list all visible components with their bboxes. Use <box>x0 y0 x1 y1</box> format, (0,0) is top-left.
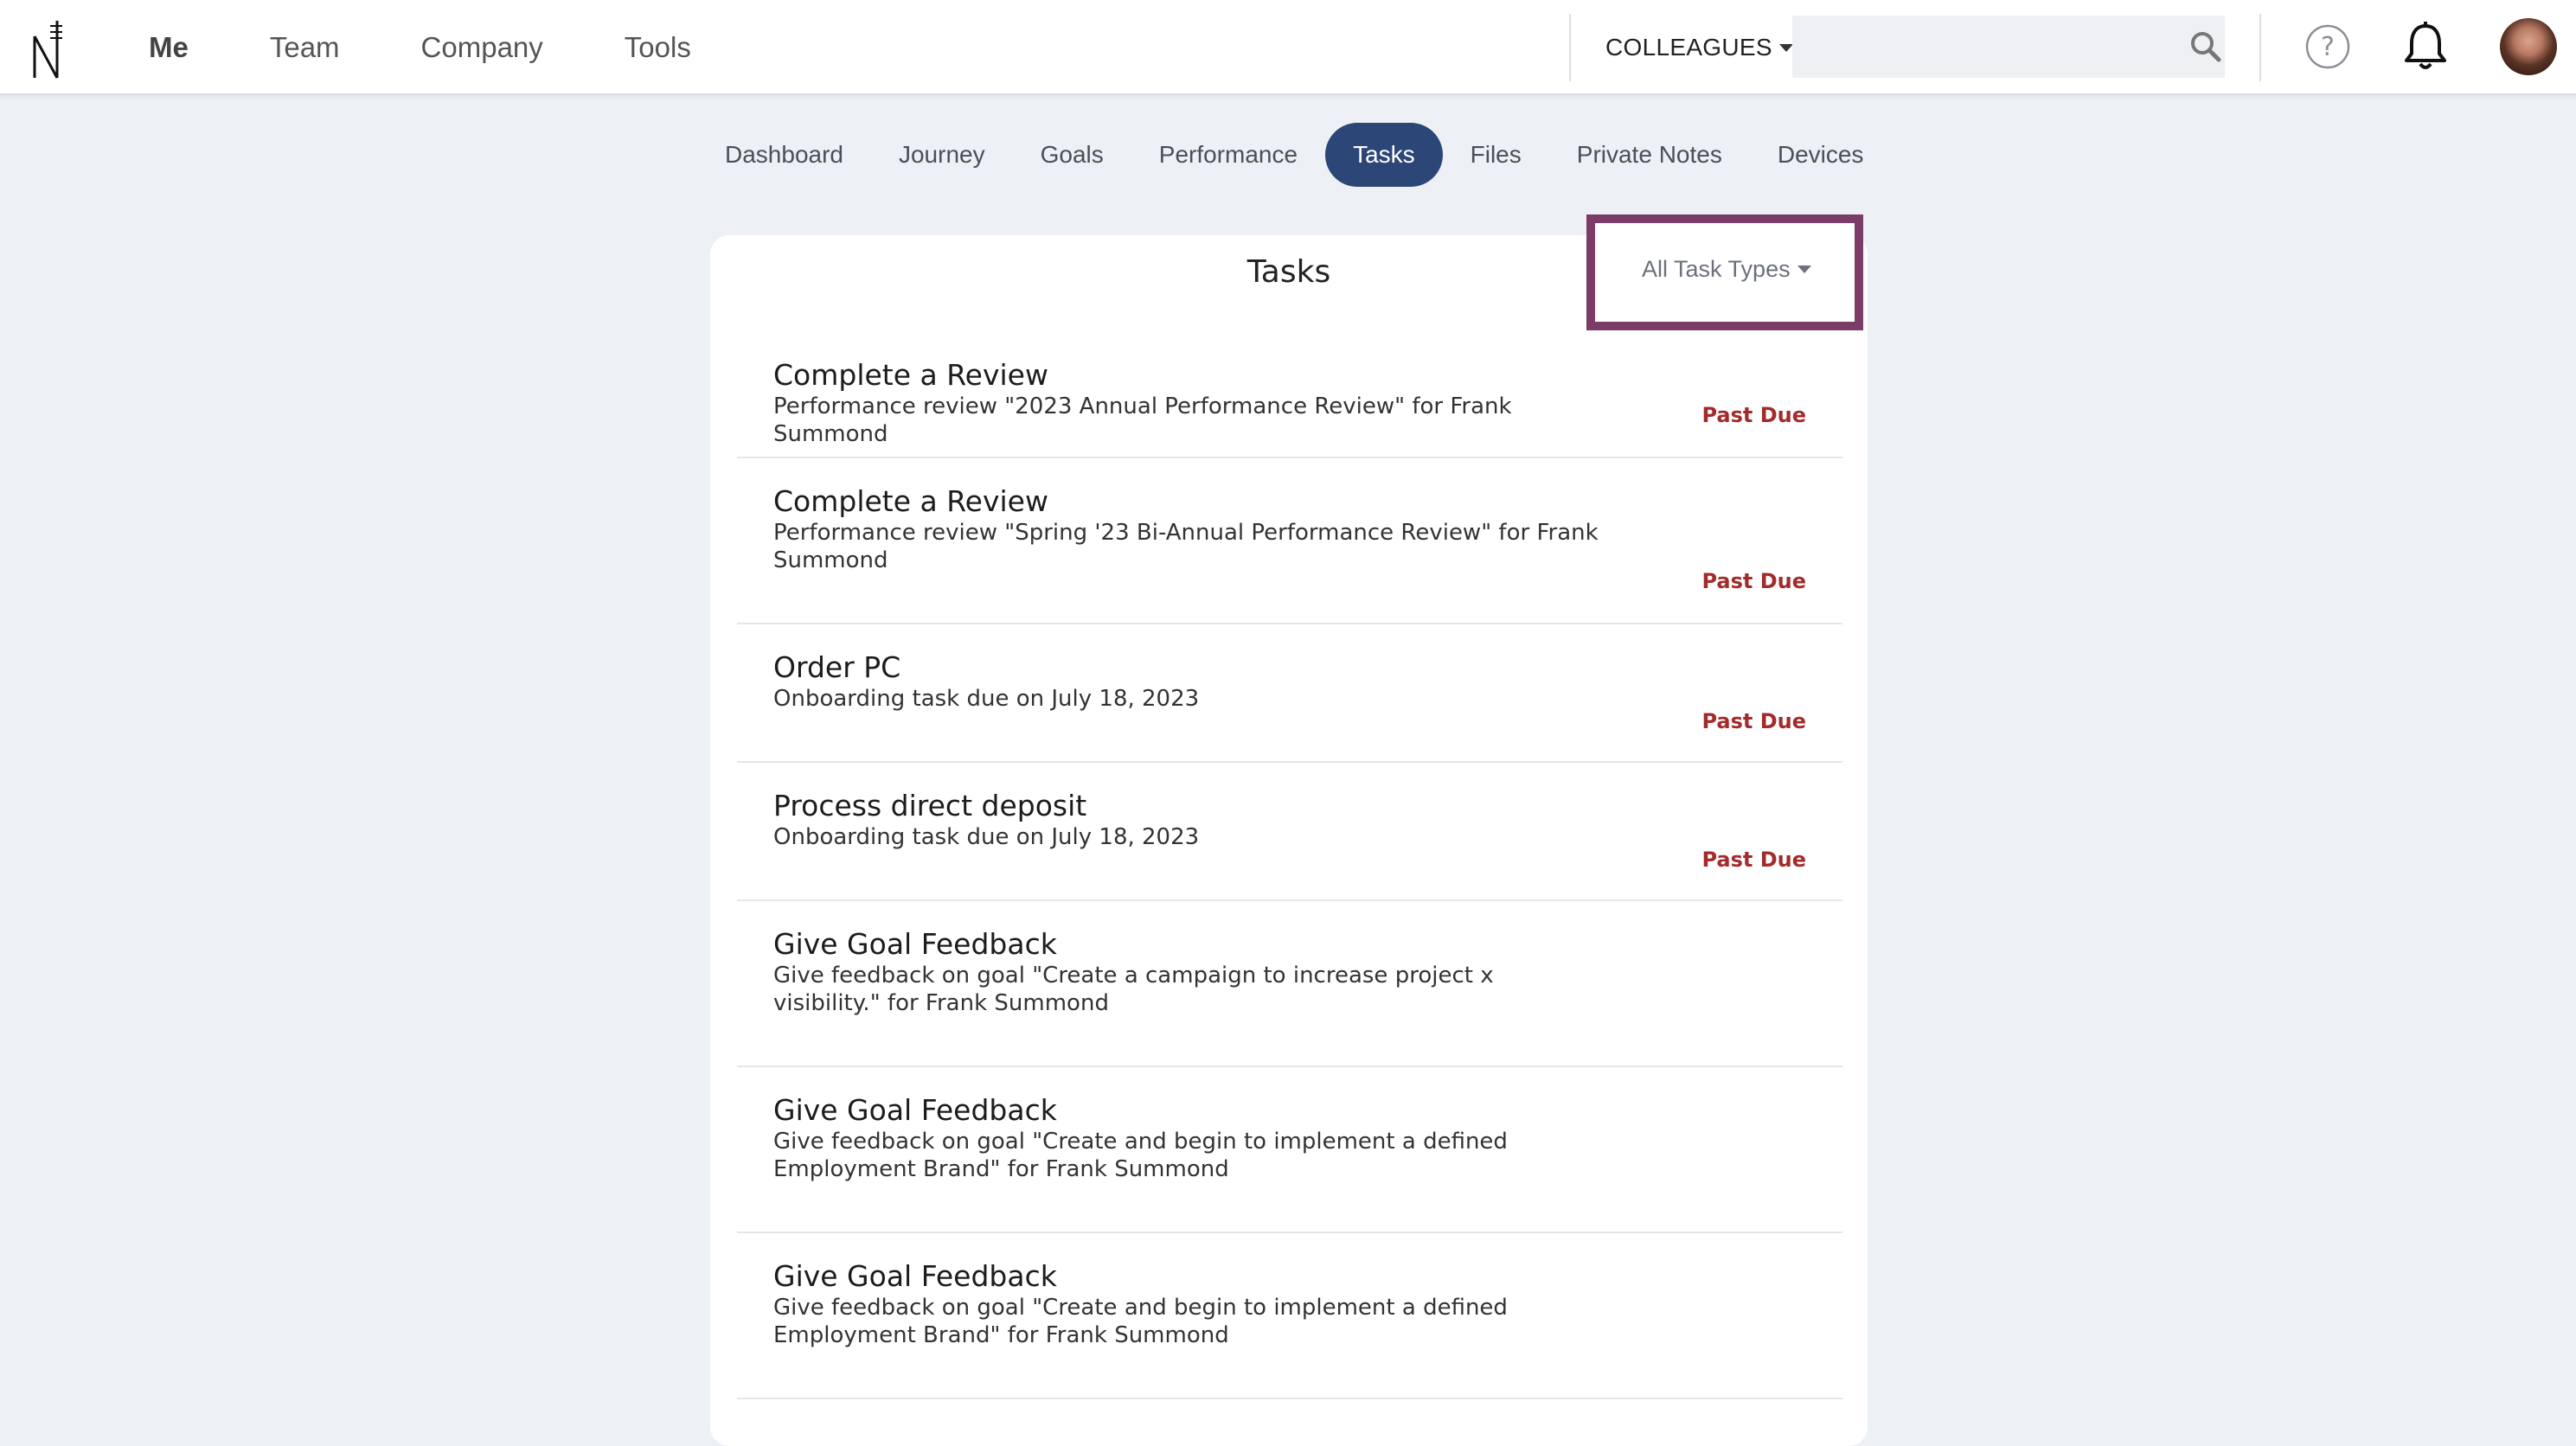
task-description: Onboarding task due on July 18, 2023 <box>773 824 1200 850</box>
main-nav: Me Team Company Tools <box>149 0 772 95</box>
svg-text:?: ? <box>2321 32 2335 62</box>
tab-journey[interactable]: Journey <box>871 123 1013 187</box>
chevron-down-icon <box>1797 266 1811 273</box>
task-description: Performance review "Spring '23 Bi-Annual… <box>773 520 1599 573</box>
profile-tabs: Dashboard Journey Goals Performance Task… <box>697 123 1891 187</box>
header-divider <box>1569 14 1571 81</box>
colleagues-label: COLLEAGUES <box>1605 34 1772 61</box>
status-badge: Past Due <box>1701 848 1806 872</box>
top-header: Me Team Company Tools COLLEAGUES ? <box>0 0 2576 95</box>
nav-company[interactable]: Company <box>421 31 543 64</box>
task-description: Performance review "2023 Annual Performa… <box>773 393 1512 447</box>
nav-me[interactable]: Me <box>149 31 189 64</box>
avatar[interactable] <box>2500 18 2557 75</box>
status-badge: Past Due <box>1701 403 1806 427</box>
task-list: Complete a Review Performance review "20… <box>737 337 1842 1399</box>
tab-dashboard[interactable]: Dashboard <box>697 123 871 187</box>
help-icon[interactable]: ? <box>2304 23 2351 70</box>
tab-devices[interactable]: Devices <box>1750 123 1892 187</box>
task-title: Process direct deposit <box>773 789 1087 822</box>
task-type-filter-label: All Task Types <box>1642 256 1791 282</box>
task-title: Give Goal Feedback <box>773 927 1057 961</box>
tab-private-notes[interactable]: Private Notes <box>1549 123 1750 187</box>
task-title: Complete a Review <box>773 358 1048 392</box>
nav-tools[interactable]: Tools <box>625 31 691 64</box>
task-item[interactable]: Complete a Review Performance review "Sp… <box>737 458 1842 624</box>
tab-goals[interactable]: Goals <box>1013 123 1131 187</box>
search-input[interactable] <box>1792 16 2225 78</box>
tab-performance[interactable]: Performance <box>1131 123 1325 187</box>
task-description: Onboarding task due on July 18, 2023 <box>773 686 1200 712</box>
task-description: Give feedback on goal "Create a campaign… <box>773 963 1494 1016</box>
bell-icon[interactable] <box>2403 21 2448 71</box>
task-title: Give Goal Feedback <box>773 1259 1057 1293</box>
colleagues-dropdown[interactable]: COLLEAGUES <box>1605 0 1793 95</box>
tab-files[interactable]: Files <box>1443 123 1549 187</box>
status-badge: Past Due <box>1701 569 1806 593</box>
task-item[interactable]: Complete a Review Performance review "20… <box>737 337 1842 458</box>
task-item[interactable]: Give Goal Feedback Give feedback on goal… <box>737 901 1842 1067</box>
task-title: Complete a Review <box>773 484 1048 518</box>
task-item[interactable]: Process direct deposit Onboarding task d… <box>737 763 1842 901</box>
chevron-down-icon <box>1778 43 1793 52</box>
task-description: Give feedback on goal "Create and begin … <box>773 1129 1508 1182</box>
task-title: Give Goal Feedback <box>773 1093 1057 1127</box>
header-divider <box>2259 14 2261 81</box>
task-title: Order PC <box>773 650 901 684</box>
status-badge: Past Due <box>1701 709 1806 733</box>
tab-tasks[interactable]: Tasks <box>1325 123 1443 187</box>
app-logo-icon[interactable] <box>31 17 67 80</box>
task-item[interactable]: Order PC Onboarding task due on July 18,… <box>737 624 1842 763</box>
task-item[interactable]: Give Goal Feedback Give feedback on goal… <box>737 1233 1842 1399</box>
nav-team[interactable]: Team <box>270 31 340 64</box>
task-type-filter[interactable]: All Task Types <box>1642 256 1811 283</box>
task-item[interactable]: Give Goal Feedback Give feedback on goal… <box>737 1067 1842 1233</box>
search-icon[interactable] <box>2188 29 2223 64</box>
task-description: Give feedback on goal "Create and begin … <box>773 1295 1508 1348</box>
